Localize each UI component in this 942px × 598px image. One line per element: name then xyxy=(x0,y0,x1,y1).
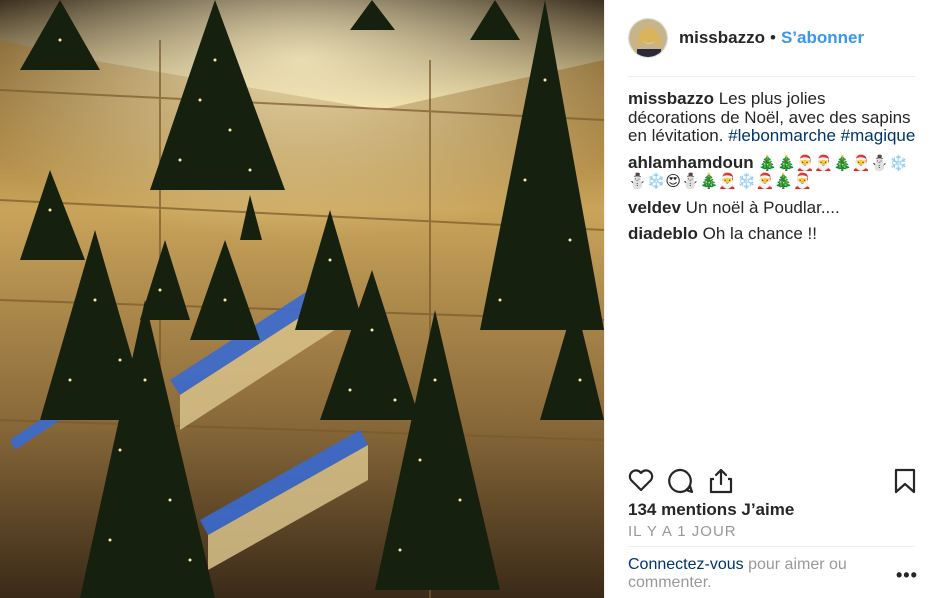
comment-item: veldev Un noël à Poudlar.... xyxy=(628,197,918,218)
heart-icon[interactable] xyxy=(628,468,654,497)
login-prompt: Connectez-vous pour aimer ou commenter. xyxy=(628,556,888,592)
comment-item: diadeblo Oh la chance !! xyxy=(628,224,918,244)
post-timestamp[interactable]: IL Y A 1 JOUR xyxy=(628,523,737,540)
hashtag-link[interactable]: #magique xyxy=(841,126,916,145)
username[interactable]: missbazzo xyxy=(679,28,765,48)
comment-username[interactable]: veldev xyxy=(628,198,681,217)
action-bar xyxy=(628,468,918,494)
post-photo[interactable] xyxy=(0,0,604,598)
comment-username[interactable]: ahlamhamdoun xyxy=(628,153,754,172)
post-sidebar: missbazzo • S’abonner missbazzo Les plus… xyxy=(604,0,942,598)
follow-button[interactable]: S’abonner xyxy=(781,28,864,48)
post-header: missbazzo • S’abonner xyxy=(628,18,919,58)
separator-dot: • xyxy=(769,28,776,47)
comment-text: Oh la chance !! xyxy=(702,224,817,243)
bookmark-icon[interactable] xyxy=(894,468,916,499)
share-icon[interactable] xyxy=(708,468,734,499)
hashtag-link[interactable]: #lebonmarche xyxy=(728,126,836,145)
more-options-icon[interactable]: ••• xyxy=(896,565,918,586)
likes-count[interactable]: 134 mentions J’aime xyxy=(628,500,794,520)
caption-username[interactable]: missbazzo xyxy=(628,89,714,108)
caption: missbazzo Les plus jolies décorations de… xyxy=(628,89,918,146)
comments-list: missbazzo Les plus jolies décorations de… xyxy=(628,89,918,252)
divider xyxy=(628,76,915,77)
divider xyxy=(604,0,605,598)
comment-username[interactable]: diadeblo xyxy=(628,224,698,243)
comment-icon[interactable] xyxy=(668,468,694,499)
comment-text: Un noël à Poudlar.... xyxy=(685,197,840,217)
divider xyxy=(628,546,915,547)
avatar[interactable] xyxy=(628,18,668,58)
login-link[interactable]: Connectez-vous xyxy=(628,556,744,573)
comment-item: ahlamhamdoun 🎄🎄🎅🎅🎄🎅⛄❄️⛄❄️😍⛄🎄🎅❄️🎅🎄🎅 xyxy=(628,153,918,191)
